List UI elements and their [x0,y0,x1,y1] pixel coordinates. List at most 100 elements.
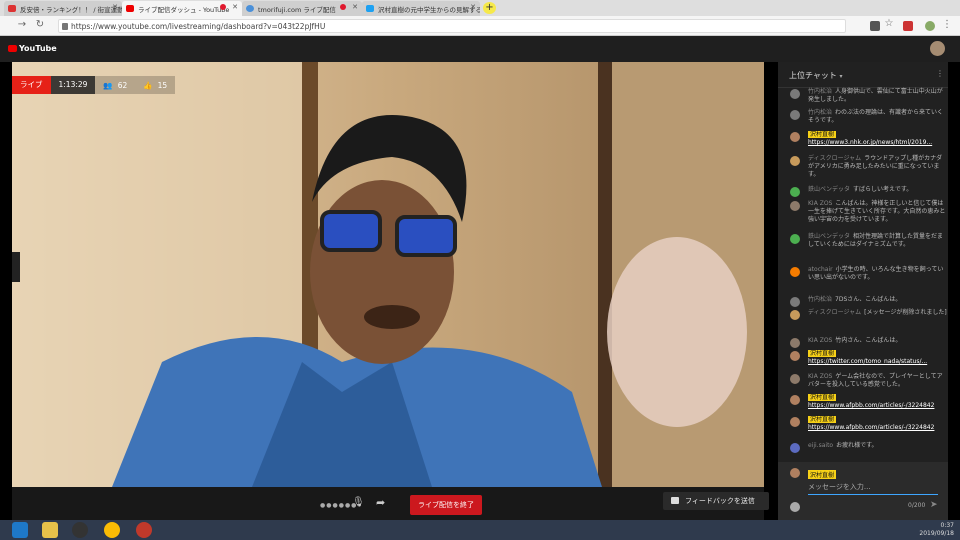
browser-tab-bar: 反安倍・ランキング！！ / 街宣運動をヒ ✕ ライブ配信ダッシュ - YouTu… [0,0,960,16]
browser-tab-1[interactable]: 反安倍・ランキング！！ / 街宣運動をヒ ✕ [4,1,122,16]
chat-author[interactable]: eiji.saito [808,442,833,449]
chat-link[interactable]: https://www.afpbb.com/articles/-/3224842 [808,424,934,431]
chat-message: 竹内松治 人身御供山で、雲仙にて富士山中火山が発生しました。 [778,88,948,104]
close-icon[interactable]: ✕ [470,3,476,11]
thumbs-up-icon: 👍 [143,80,153,90]
chat-message: 沢村直樹https://www3.nhk.or.jp/news/html/201… [778,131,948,147]
profile-icon[interactable] [925,21,935,31]
video-control-bar: ●●●●●● 🎙 ➦ ライブ配信を終了 [12,487,764,520]
avatar[interactable] [790,89,800,99]
url-text: https://www.youtube.com/livestreaming/da… [71,22,326,31]
chat-text: 7DSさん、こんばんは。 [835,296,902,303]
chat-header[interactable]: 上位チャット ▾ ⋮ [778,62,948,88]
new-tab-button[interactable]: + [483,2,496,14]
microphone-icon[interactable]: 🎙 [352,497,365,508]
live-badge: ライブ [12,76,51,94]
avatar[interactable] [790,297,800,307]
app-icon[interactable] [136,522,152,538]
chat-author[interactable]: ディスクロージャム [808,155,861,162]
avatar[interactable] [790,132,800,142]
forward-icon[interactable]: → [15,19,29,30]
chat-author[interactable]: ディスクロージャム [808,309,861,316]
avatar[interactable] [790,417,800,427]
tab-label: 沢村直樹の元中学生からの見解する市 [378,6,480,14]
url-field[interactable]: https://www.youtube.com/livestreaming/da… [58,19,846,33]
youtube-header: YouTube [0,36,960,62]
chat-author[interactable]: KIA ZOS [808,200,832,207]
chat-message: eiji.saito お疲れ様です。 [778,442,948,453]
chat-text: [メッセージが削除されました] [864,309,947,316]
chat-author[interactable]: 竹内松治 [808,109,832,116]
end-stream-button[interactable]: ライブ配信を終了 [410,495,482,515]
menu-icon[interactable]: ⋮ [940,19,954,30]
avatar[interactable] [790,110,800,120]
page-icon [8,5,16,12]
recording-icon [220,4,226,10]
char-counter: 0/200 [908,502,926,509]
chat-text: すばらしい考えです。 [853,186,913,193]
avatar[interactable] [790,351,800,361]
chat-link[interactable]: https://twitter.com/tomo_nada/status/... [808,358,927,365]
more-icon[interactable]: ⋮ [936,69,944,78]
system-clock[interactable]: 0:37 2019/09/18 [910,522,954,538]
avatar[interactable] [790,201,800,211]
extension-icon[interactable] [903,21,913,31]
avatar[interactable] [790,443,800,453]
chat-author[interactable]: KIA ZOS [808,373,832,380]
lock-icon [62,23,68,30]
close-icon[interactable]: ✕ [112,3,118,11]
avatar[interactable] [930,41,945,56]
browser-tab-4[interactable]: 沢村直樹の元中学生からの見解する市 ✕ [362,1,480,16]
chat-text: 竹内さん、こんばんは。 [835,337,902,344]
app-icon[interactable] [72,522,88,538]
close-icon[interactable]: ✕ [232,3,238,11]
viewers-icon: 👥 [103,80,113,90]
avatar[interactable] [790,267,800,277]
windows-taskbar: 0:37 2019/09/18 [0,520,960,540]
webcam-image [12,62,764,487]
recording-icon [340,4,346,10]
avatar[interactable] [790,310,800,320]
browser-tab-3[interactable]: tmorifuji.com ライブ配信 ✕ [242,1,362,16]
chat-message: 沢村直樹https://www.afpbb.com/articles/-/322… [778,394,948,410]
chat-author-owner[interactable]: 沢村直樹 [808,394,837,401]
chat-author-owner[interactable]: 沢村直樹 [808,131,837,138]
folder-icon[interactable] [42,522,58,538]
reload-icon[interactable]: ↻ [33,19,47,30]
tab-label: ライブ配信ダッシュ - YouTube [138,6,230,14]
chat-author[interactable]: 竹内松治 [808,88,832,95]
close-icon[interactable]: ✕ [352,3,358,11]
avatar[interactable] [790,374,800,384]
chat-link[interactable]: https://www.afpbb.com/articles/-/3224842 [808,402,934,409]
avatar[interactable] [790,395,800,405]
clock-date: 2019/09/18 [919,530,954,537]
chat-message: 竹内松治 7DSさん、こんばんは。 [778,296,948,307]
send-icon[interactable]: ➤ [930,500,938,510]
avatar[interactable] [790,234,800,244]
chat-author[interactable]: 鉄山ベンデッタ [808,233,850,240]
avatar[interactable] [790,156,800,166]
feedback-button[interactable]: フィードバックを送信 [663,492,769,510]
chat-author[interactable]: 鉄山ベンデッタ [808,186,850,193]
browser-tab-2[interactable]: ライブ配信ダッシュ - YouTube ✕ [122,1,242,16]
chrome-icon[interactable] [104,522,120,538]
chat-author-owner[interactable]: 沢村直樹 [808,416,837,423]
avatar[interactable] [790,187,800,197]
youtube-logo[interactable]: YouTube [8,44,57,53]
chat-author[interactable]: 竹内松治 [808,296,832,303]
chevron-down-icon[interactable]: ▾ [839,73,842,80]
star-icon[interactable]: ☆ [882,18,896,29]
chat-author-owner[interactable]: 沢村直樹 [808,350,837,357]
chat-author[interactable]: KIA ZOS [808,337,832,344]
emoji-icon[interactable] [790,502,800,512]
youtube-icon [126,5,134,12]
share-icon[interactable]: ➦ [376,496,385,509]
chat-message-input[interactable]: メッセージを入力... [808,482,938,495]
cast-icon[interactable] [870,21,880,31]
ie-icon[interactable] [12,522,28,538]
chat-link[interactable]: https://www3.nhk.or.jp/news/html/2019... [808,139,932,146]
avatar [790,468,800,478]
video-preview[interactable] [12,62,764,487]
chat-author[interactable]: atochair [808,266,833,273]
avatar[interactable] [790,338,800,348]
